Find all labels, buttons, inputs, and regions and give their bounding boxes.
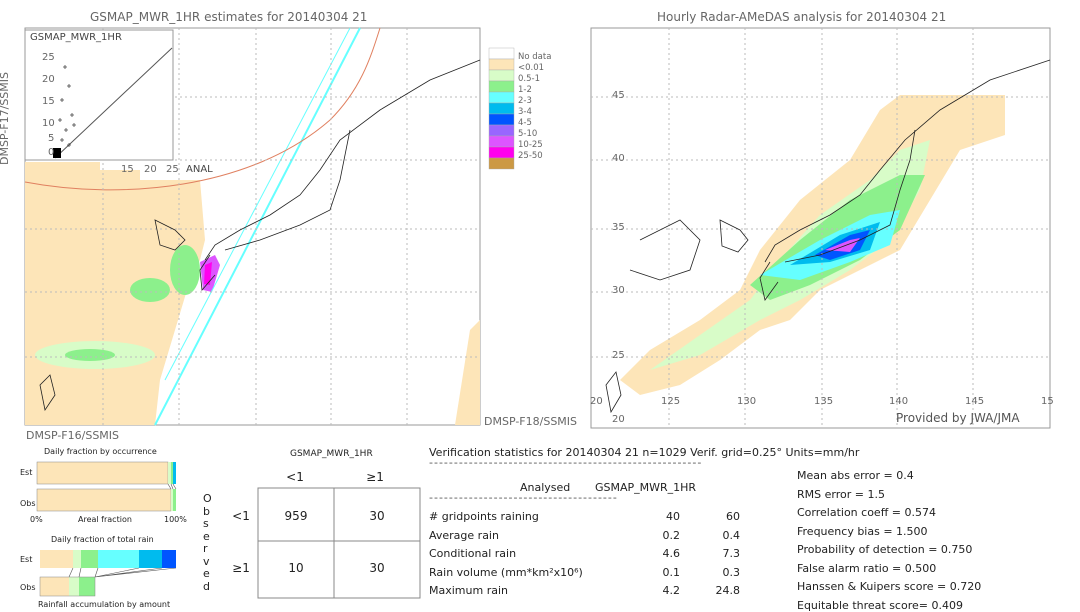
lon-label: 140 <box>889 396 909 407</box>
score-line: Equitable threat score= 0.409 <box>797 598 963 612</box>
legend-swatch <box>488 69 515 82</box>
stat-gsmap: 24.8 <box>715 584 741 597</box>
stat-analysed: 4.2 <box>662 584 681 597</box>
legend-swatch <box>488 146 515 159</box>
lon-label: 135 <box>814 396 834 407</box>
inset-title: GSMAP_MWR_1HR <box>30 32 122 43</box>
total-rain-bars <box>39 550 177 597</box>
lat-label-bottom: 20 <box>612 414 625 425</box>
inset-ytick: 25 <box>42 52 55 63</box>
lat-label: 35 <box>612 222 625 233</box>
lon-label: 130 <box>737 396 757 407</box>
score-line: Hanssen & Kuipers score = 0.720 <box>797 580 982 593</box>
stat-gsmap: 60 <box>726 510 740 523</box>
lon-label: 125 <box>661 396 681 407</box>
legend-label: 2-3 <box>518 96 532 106</box>
legend-swatch <box>488 80 515 93</box>
legend-label: 25-50 <box>518 151 543 161</box>
stats-divider: ----------------------------------------… <box>429 456 703 469</box>
total-rain-footer: Rainfall accumulation by amount <box>38 600 171 609</box>
cell-hit-none: 959 <box>284 509 308 523</box>
stat-label: Maximum rain <box>429 584 508 597</box>
row-label: <1 <box>232 509 250 523</box>
axis-100pct: 100% <box>164 515 187 524</box>
score-line: Correlation coeff = 0.574 <box>797 506 936 519</box>
stat-gsmap: 7.3 <box>722 547 741 560</box>
legend-label: <0.01 <box>518 63 545 73</box>
stat-label: Rain volume (mm*km²x10⁶) <box>429 565 583 579</box>
stat-analysed: 0.2 <box>662 528 681 542</box>
legend-label: 10-25 <box>518 140 543 150</box>
lat-label: 20 <box>590 396 603 407</box>
credit-label: Provided by JWA/JMA <box>896 411 1020 425</box>
row-title-observed: Observed <box>203 492 212 593</box>
score-line: RMS error = 1.5 <box>797 487 885 501</box>
inset-ytick: 5 <box>48 133 55 144</box>
lon-label: 145 <box>965 396 985 407</box>
inset-xtick: 25 <box>166 164 179 175</box>
legend-swatch <box>488 135 515 148</box>
inset-ytick: 0 <box>48 147 55 158</box>
inset-ytick: 20 <box>42 74 55 85</box>
left-rain-light <box>130 278 170 302</box>
cell-false-alarm: 30 <box>369 509 385 523</box>
inset-ytick: 10 <box>42 118 55 129</box>
legend-swatch <box>488 124 515 137</box>
axis-areal-fraction: Areal fraction <box>78 515 132 524</box>
stat-label: Average rain <box>429 528 499 542</box>
lon-label: 15 <box>1041 396 1054 407</box>
stat-label: # gridpoints raining <box>429 510 539 523</box>
stats-divider: -------------------------------------- <box>429 491 618 504</box>
lat-label: 30 <box>612 285 625 296</box>
legend-label: 0.5-1 <box>518 74 540 84</box>
inset-xtick: 15 <box>121 164 134 175</box>
legend-label: 4-5 <box>518 118 532 128</box>
score-line: False alarm ratio = 0.500 <box>797 561 937 575</box>
stat-analysed: 0.1 <box>662 565 681 579</box>
inset-xlabel: ANAL <box>186 164 213 175</box>
occurrence-bars <box>36 461 177 512</box>
row-label: ≥1 <box>232 561 250 575</box>
stat-gsmap: 0.3 <box>722 565 741 579</box>
maps-graphic <box>24 27 1051 599</box>
score-line: Frequency bias = 1.500 <box>797 524 928 538</box>
legend-swatch <box>488 102 515 115</box>
legend-label: 3-4 <box>518 107 532 117</box>
right-map <box>590 27 1051 429</box>
legend-label: No data <box>518 52 552 62</box>
occurrence-obs-label: Obs <box>20 499 36 508</box>
stat-analysed: 40 <box>666 510 680 523</box>
left-map <box>24 27 481 426</box>
cell-miss: 10 <box>288 561 304 575</box>
lat-label: 25 <box>612 350 625 361</box>
legend-swatch <box>488 157 515 170</box>
inset-xtick: 20 <box>144 164 157 175</box>
inset-ytick: 15 <box>42 96 55 107</box>
col-label: <1 <box>286 470 304 484</box>
lat-label: 45 <box>612 90 625 101</box>
legend-swatches <box>488 47 515 170</box>
score-line: Probability of detection = 0.750 <box>797 543 973 556</box>
legend-swatch <box>488 113 515 126</box>
score-line: Mean abs error = 0.4 <box>797 469 914 482</box>
axis-0pct: 0% <box>30 515 43 524</box>
lat-label: 40 <box>612 153 625 164</box>
occurrence-est-label: Est <box>20 468 33 477</box>
stat-label: Conditional rain <box>429 547 517 560</box>
occurrence-title: Daily fraction by occurrence <box>44 447 157 456</box>
stat-analysed: 4.6 <box>662 547 681 560</box>
contingency-grid <box>257 487 421 599</box>
contingency-col-title: GSMAP_MWR_1HR <box>290 449 373 459</box>
total-rain-obs-label: Obs <box>20 583 36 592</box>
legend-swatch <box>488 47 515 60</box>
legend-swatch <box>488 91 515 104</box>
stat-gsmap: 0.4 <box>722 528 741 542</box>
cell-hit: 30 <box>369 561 385 575</box>
legend-label: 5-10 <box>518 129 538 139</box>
legend-swatch <box>488 58 515 71</box>
total-rain-est-label: Est <box>20 555 33 564</box>
legend-label: 1-2 <box>518 85 532 95</box>
col-label: ≥1 <box>366 470 384 484</box>
total-rain-title: Daily fraction of total rain <box>51 535 154 544</box>
